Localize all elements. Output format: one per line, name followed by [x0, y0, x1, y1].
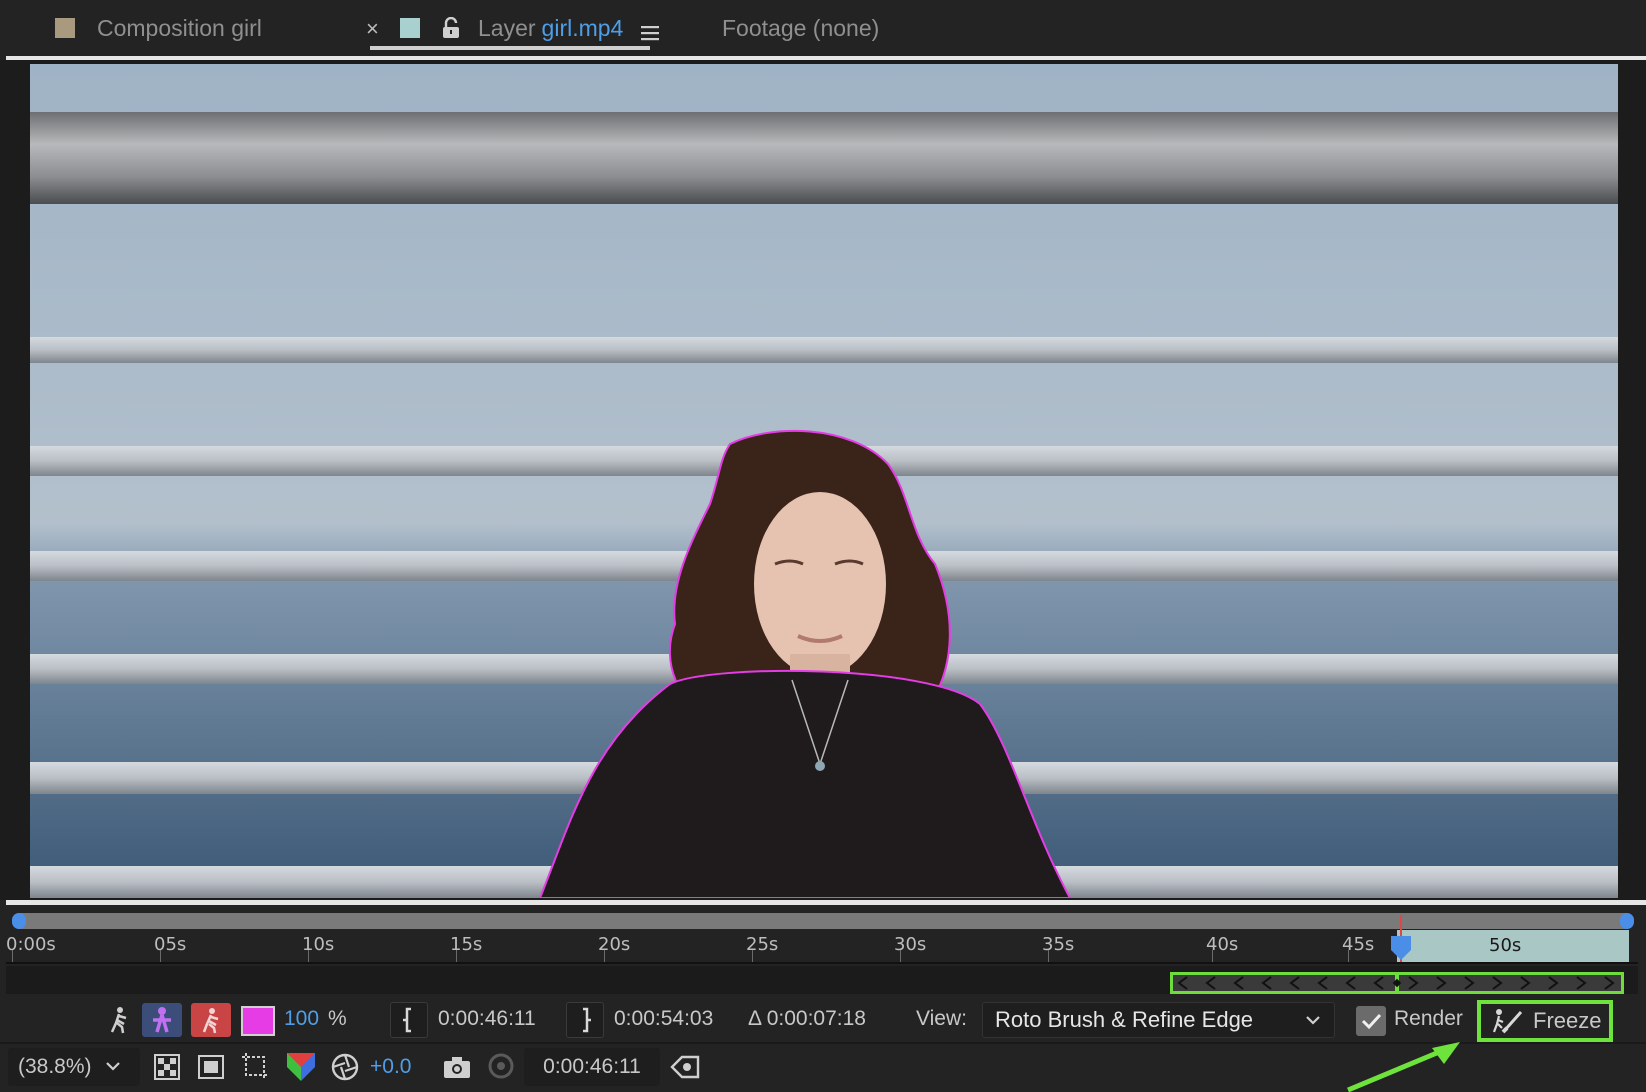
ruler-label: 20s: [598, 934, 631, 955]
navigator-end-handle[interactable]: [1620, 913, 1634, 929]
tab-footage[interactable]: Footage (none): [722, 0, 879, 56]
ruler-tick: [456, 950, 457, 962]
alpha-boundary-toggle-icon[interactable]: [191, 1003, 231, 1037]
chevron-down-icon: [105, 1062, 120, 1071]
ruler-tick: [752, 950, 753, 962]
camera-snapshot-icon[interactable]: [440, 1052, 474, 1082]
ruler-divider: [6, 962, 1638, 964]
ruler-tick: [604, 950, 605, 962]
ruler-tick: [160, 950, 161, 962]
footage-frame: [30, 64, 1618, 898]
active-tab-indicator: [370, 46, 650, 50]
ruler-tick: [12, 950, 13, 962]
ruler-label: 40s: [1206, 934, 1239, 955]
ruler-label-current: 50s: [1489, 935, 1522, 956]
freeze-brush-icon: [1492, 1008, 1523, 1034]
tab-composition-label: Composition girl: [97, 14, 262, 41]
ruler-label: 0:00s: [6, 934, 56, 955]
magnification-dropdown[interactable]: (38.8%): [8, 1048, 140, 1086]
mask-toggle-icon[interactable]: [196, 1052, 226, 1082]
tab-layer-name: girl.mp4: [541, 14, 624, 41]
exposure-reset-icon[interactable]: [328, 1050, 362, 1084]
magnification-value: (38.8%): [18, 1055, 92, 1078]
close-tab-icon[interactable]: ×: [366, 16, 379, 42]
layer-viewer[interactable]: [0, 60, 1646, 900]
tab-layer-prefix: Layer: [478, 14, 536, 41]
region-of-interest-icon[interactable]: [238, 1050, 274, 1084]
ruler-tick: [1348, 950, 1349, 962]
render-label[interactable]: Render: [1394, 1007, 1463, 1031]
current-time-field[interactable]: 0:00:46:11: [524, 1048, 660, 1086]
set-out-point-button[interactable]: [566, 1002, 604, 1038]
ruler-label: 05s: [154, 934, 187, 955]
navigator-start-handle[interactable]: [12, 913, 26, 929]
exposure-value[interactable]: +0.0: [370, 1055, 411, 1079]
chevron-down-icon: [1304, 1003, 1322, 1047]
show-fg-walker-icon[interactable]: [102, 1004, 136, 1036]
duration-readout: Δ 0:00:07:18: [748, 1007, 866, 1030]
channels-icon[interactable]: [284, 1050, 318, 1084]
overlay-opacity-unit: %: [328, 1007, 347, 1030]
ruler-label: 25s: [746, 934, 779, 955]
tab-footage-label: Footage (none): [722, 14, 880, 41]
overlay-opacity-value[interactable]: 100: [284, 1007, 319, 1031]
ruler-label: 10s: [302, 934, 335, 955]
ruler-label: 30s: [894, 934, 927, 955]
tab-composition[interactable]: Composition girl: [55, 0, 262, 56]
lock-icon[interactable]: [442, 17, 460, 39]
view-label: View:: [916, 1007, 967, 1030]
propagated-frames-bar[interactable]: [1170, 972, 1624, 994]
viewer-tab-bar: Composition girl × Layer girl.mp4 Footag…: [0, 0, 1646, 56]
overlay-color-swatch[interactable]: [241, 1006, 275, 1036]
view-dropdown[interactable]: Roto Brush & Refine Edge: [982, 1002, 1335, 1038]
ruler-tick: [308, 950, 309, 962]
playhead-handle[interactable]: [1390, 936, 1412, 960]
layer-color-swatch: [400, 18, 420, 38]
view-dropdown-value: Roto Brush & Refine Edge: [995, 1007, 1254, 1032]
current-time-value: 0:00:46:11: [543, 1055, 641, 1078]
time-navigator-bar[interactable]: [12, 913, 1634, 929]
annotation-arrow-icon: [1347, 1042, 1460, 1092]
in-point-time[interactable]: 0:00:46:11: [438, 1007, 536, 1031]
freeze-button[interactable]: Freeze: [1477, 1000, 1613, 1042]
composition-color-swatch: [55, 18, 75, 38]
ruler-label: 15s: [450, 934, 483, 955]
reset-exposure-arrow-icon[interactable]: [668, 1050, 702, 1084]
propagation-chevrons: [1177, 975, 1615, 991]
ruler-label: 45s: [1342, 934, 1375, 955]
set-in-point-button[interactable]: [390, 1002, 428, 1038]
render-checkbox[interactable]: [1356, 1006, 1386, 1036]
show-snapshot-icon[interactable]: [484, 1050, 518, 1082]
freeze-label: Freeze: [1533, 1008, 1602, 1033]
out-point-time[interactable]: 0:00:54:03: [614, 1007, 713, 1031]
ruler-tick: [1048, 950, 1049, 962]
ruler-tick: [900, 950, 901, 962]
panel-menu-icon[interactable]: [641, 20, 661, 41]
transparency-grid-icon[interactable]: [152, 1052, 182, 1082]
alpha-view-toggle-icon[interactable]: [142, 1003, 182, 1037]
ruler-tick: [1212, 950, 1213, 962]
ruler-label: 35s: [1042, 934, 1075, 955]
